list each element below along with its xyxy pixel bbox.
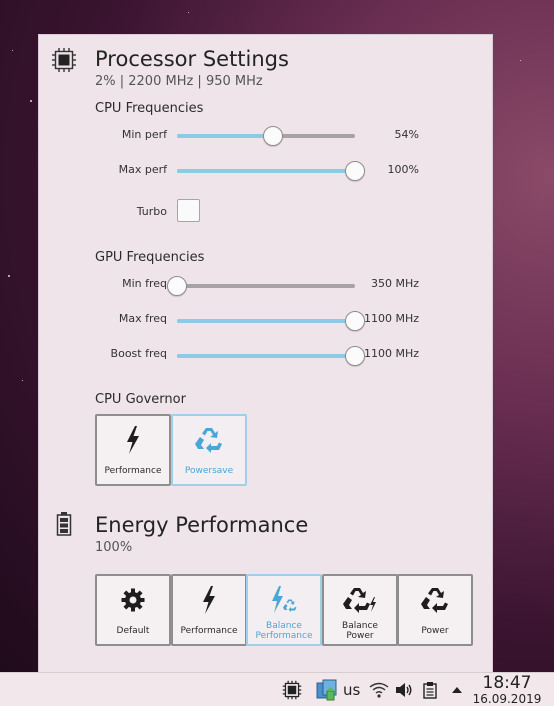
slider-handle[interactable] xyxy=(263,126,284,146)
tile-label: Default xyxy=(116,626,150,636)
clock-date[interactable]: 16.09.2019 xyxy=(462,692,552,706)
max-perf-slider[interactable] xyxy=(177,161,365,181)
slider-handle[interactable] xyxy=(167,276,187,296)
processor-settings-popup: Processor Settings 2% | 2200 MHz | 950 M… xyxy=(38,34,493,674)
governor-performance-button[interactable]: Performance xyxy=(95,414,171,486)
tile-label: Performance xyxy=(104,466,162,476)
cpu-frequencies-heading: CPU Frequencies xyxy=(95,101,204,116)
gpu-frequencies-heading: GPU Frequencies xyxy=(95,250,205,265)
max-freq-label: Max freq xyxy=(118,312,167,325)
battery-icon xyxy=(55,511,73,541)
energy-performance-button[interactable]: Performance xyxy=(171,574,247,646)
cpu-governor-heading: CPU Governor xyxy=(95,392,186,407)
min-freq-slider[interactable] xyxy=(167,276,355,296)
boost-freq-value: 1100 MHz xyxy=(363,347,419,360)
background-star xyxy=(8,275,10,277)
energy-balance-power-button[interactable]: Balance Power xyxy=(322,574,398,646)
cpu-chip-tray-icon[interactable] xyxy=(280,673,304,706)
tile-label: Powersave xyxy=(184,466,234,476)
background-star xyxy=(22,380,23,381)
gear-icon xyxy=(121,586,145,614)
energy-performance-title: Energy Performance xyxy=(95,513,309,537)
min-perf-label: Min perf xyxy=(121,128,167,141)
taskbar: us 18:47 16.09.2019 xyxy=(0,672,554,706)
volume-icon[interactable] xyxy=(394,673,414,706)
background-star xyxy=(520,60,521,61)
tile-label: Power xyxy=(421,626,449,636)
turbo-checkbox[interactable] xyxy=(177,199,200,222)
cpu-chip-icon xyxy=(51,47,77,77)
turbo-label: Turbo xyxy=(136,205,167,218)
tile-label: Balance Performance xyxy=(255,621,313,641)
background-star xyxy=(12,50,13,51)
lightning-icon xyxy=(201,586,217,614)
recycle-icon xyxy=(421,586,449,614)
min-perf-value: 54% xyxy=(394,128,419,141)
min-freq-value: 350 MHz xyxy=(370,277,419,290)
max-perf-value: 100% xyxy=(387,163,419,176)
boost-freq-slider[interactable] xyxy=(177,346,365,366)
background-star xyxy=(188,12,189,13)
background-star xyxy=(30,100,32,102)
lightning-recycle-icon xyxy=(270,586,298,614)
min-freq-label: Min freq xyxy=(122,277,167,290)
clock-time[interactable]: 18:47 xyxy=(462,673,552,693)
recycle-icon xyxy=(195,426,223,454)
lightning-icon xyxy=(125,426,141,454)
clipboard-icon[interactable] xyxy=(420,673,440,706)
max-freq-slider[interactable] xyxy=(177,311,365,331)
processor-title: Processor Settings xyxy=(95,47,289,71)
processor-subtitle: 2% | 2200 MHz | 950 MHz xyxy=(95,74,263,89)
wifi-icon[interactable] xyxy=(368,673,390,706)
max-perf-label: Max perf xyxy=(118,163,167,176)
max-freq-value: 1100 MHz xyxy=(363,312,419,325)
governor-powersave-button[interactable]: Powersave xyxy=(171,414,247,486)
tile-label: Balance Power xyxy=(342,621,378,641)
energy-power-button[interactable]: Power xyxy=(397,574,473,646)
energy-performance-subtitle: 100% xyxy=(95,540,133,555)
keyboard-layout-indicator[interactable]: us xyxy=(343,681,360,699)
energy-balance-performance-button[interactable]: Balance Performance xyxy=(246,574,322,646)
boost-freq-label: Boost freq xyxy=(110,347,167,360)
min-perf-slider[interactable] xyxy=(177,126,355,146)
tile-label: Performance xyxy=(180,626,238,636)
energy-default-button[interactable]: Default xyxy=(95,574,171,646)
package-updates-tray-icon[interactable] xyxy=(314,673,340,706)
recycle-lightning-icon xyxy=(343,586,377,614)
